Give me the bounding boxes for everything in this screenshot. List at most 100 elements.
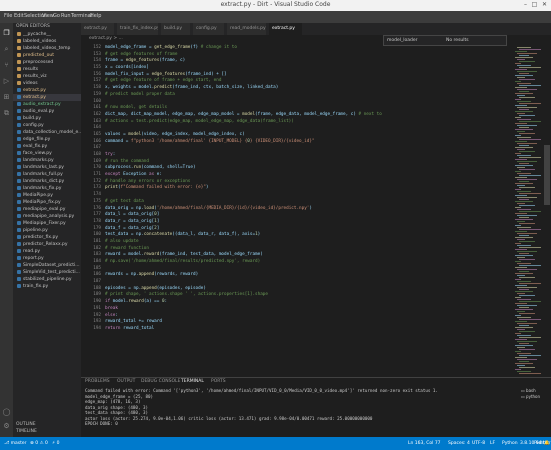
find-input[interactable]: model_loader: [387, 36, 418, 45]
python-file-icon: [17, 269, 21, 274]
editor-tab[interactable]: extract.py: [81, 23, 115, 35]
file-tree-item[interactable]: audio_extract.py: [13, 101, 81, 108]
file-tree-item[interactable]: build.py: [13, 115, 81, 122]
file-tree-item[interactable]: labeled_videos_temp: [13, 45, 81, 52]
close-icon[interactable]: ✕: [540, 1, 549, 9]
minimize-icon[interactable]: –: [521, 1, 530, 9]
panel-tab[interactable]: OUTPUT: [117, 379, 135, 384]
panel-tab[interactable]: TERMINAL: [181, 379, 204, 384]
file-tree-item[interactable]: train_fix.py: [13, 283, 81, 290]
file-tree-item[interactable]: config.py: [13, 122, 81, 129]
timeline-section[interactable]: TIMELINE: [13, 428, 37, 436]
terminal-output[interactable]: Command failed with error: Command '['py…: [85, 388, 515, 436]
editor-tab[interactable]: train_fix_index.py: [117, 23, 159, 35]
file-tree-item[interactable]: MediaPipe.py: [13, 192, 81, 199]
file-tree-item[interactable]: preprocessed: [13, 59, 81, 66]
menu-terminal[interactable]: Terminal: [71, 13, 92, 19]
account-icon[interactable]: ◯: [2, 408, 11, 417]
file-tree-item-label: SimpleVid_test_predicti...: [23, 270, 80, 275]
file-tree-item[interactable]: extract.py: [13, 94, 81, 101]
menu-go[interactable]: Go: [53, 13, 60, 19]
file-tree-item[interactable]: audio_eval.py: [13, 108, 81, 115]
panel-tab[interactable]: PROBLEMS: [85, 379, 110, 384]
file-tree-item[interactable]: predictor_fix.py: [13, 234, 81, 241]
file-tree-item[interactable]: landmarks_last.py: [13, 164, 81, 171]
python-file-icon: [17, 234, 21, 239]
file-tree-item[interactable]: videos: [13, 80, 81, 87]
file-tree-item-label: train_fix.py: [23, 284, 49, 289]
code-line: 161 # now model, get details: [81, 105, 513, 112]
maximize-icon[interactable]: □: [530, 1, 539, 9]
run-debug-icon[interactable]: ▷: [2, 77, 11, 86]
file-tree-item[interactable]: landmarks_full.py: [13, 171, 81, 178]
file-tree-item[interactable]: stabilized_pipeline.py: [13, 276, 81, 283]
minimap[interactable]: [513, 45, 543, 377]
code-line: 190 if model.reward(a) == 0:: [81, 299, 513, 306]
menu-edit[interactable]: Edit: [14, 13, 24, 19]
line-number: 164: [93, 125, 101, 131]
file-tree-item[interactable]: predictor_Relaxx.py: [13, 241, 81, 248]
status-item-right[interactable]: 🔔: [544, 441, 550, 446]
file-tree-item[interactable]: read.py: [13, 248, 81, 255]
explorer-icon[interactable]: ❐: [2, 29, 11, 38]
status-item-right[interactable]: Ln 163, Col 77: [408, 441, 441, 446]
status-item-left[interactable]: ⚡ 0: [52, 441, 59, 446]
file-tree-item[interactable]: face_view.py: [13, 150, 81, 157]
file-tree-item-label: SimpleDataset_predicti...: [23, 263, 80, 268]
code-line: 184 # np.save('/home/ahmed/final/results…: [81, 259, 513, 266]
remote-icon[interactable]: ⧉: [2, 109, 11, 118]
python-file-icon: [17, 185, 21, 190]
file-tree-item[interactable]: mediapipe_eval.py: [13, 206, 81, 213]
scrollbar-thumb[interactable]: [544, 145, 550, 205]
status-item-right[interactable]: LF: [490, 441, 495, 446]
status-item-right[interactable]: UTF-8: [472, 441, 485, 446]
panel-tab[interactable]: PORTS: [211, 379, 226, 384]
python-file-icon: [17, 227, 21, 232]
code-text: x = coords[index]: [105, 65, 149, 71]
file-tree-item[interactable]: landmarks.py: [13, 157, 81, 164]
python-file-icon: [17, 108, 21, 113]
menu-help[interactable]: Help: [90, 13, 101, 19]
folder-icon: [17, 66, 21, 71]
status-item-right[interactable]: Spaces: 4: [448, 441, 470, 446]
settings-gear-icon[interactable]: ⚙: [2, 422, 11, 431]
code-text: # predict model proper data: [105, 91, 175, 97]
file-tree-item[interactable]: __pycache__: [13, 31, 81, 38]
file-tree-item[interactable]: landmarks_fix.py: [13, 185, 81, 192]
editor-tab[interactable]: extract.py: [269, 23, 303, 35]
editor-scrollbar[interactable]: [543, 45, 551, 377]
file-tree-item[interactable]: MediaPipe_fix.py: [13, 199, 81, 206]
title-bar: extract.py - Dirt - Visual Studio Code –…: [0, 0, 551, 11]
file-tree-item-label: predictor_Relaxx.py: [23, 242, 68, 247]
file-tree-item[interactable]: results_viz: [13, 73, 81, 80]
file-tree-item[interactable]: eval_fix.py: [13, 143, 81, 150]
file-tree-item[interactable]: results: [13, 66, 81, 73]
editor-tab[interactable]: read_models.py: [227, 23, 267, 35]
file-tree-item[interactable]: data_collection_model_e...: [13, 129, 81, 136]
extensions-icon[interactable]: ⊞: [2, 93, 11, 102]
terminal-instance[interactable]: ▭ python: [521, 394, 549, 400]
file-tree-item[interactable]: Mediapipe_Fixer.py: [13, 220, 81, 227]
status-item-right[interactable]: Python: [502, 441, 518, 446]
file-tree-item[interactable]: predicted_out: [13, 52, 81, 59]
file-tree-item[interactable]: SimpleDataset_predicti...: [13, 262, 81, 269]
file-tree-item[interactable]: mediapipe_analysis.py: [13, 213, 81, 220]
code-editor[interactable]: 152 model_edge_frame = get_edge_frame(f)…: [81, 45, 513, 377]
source-control-icon[interactable]: ⑂: [2, 61, 11, 70]
status-item-left[interactable]: ⎇ master: [4, 441, 27, 446]
editor-tab[interactable]: build.py: [161, 23, 191, 35]
file-tree-item[interactable]: pipeline.py: [13, 227, 81, 234]
status-item-left[interactable]: ⊗ 0 ⚠ 0: [30, 441, 48, 446]
search-icon[interactable]: ⌕: [2, 45, 11, 54]
menu-run[interactable]: Run: [61, 13, 71, 19]
file-tree-item[interactable]: SimpleVid_test_predicti...: [13, 269, 81, 276]
editor-tab[interactable]: config.py: [193, 23, 225, 35]
file-tree-item[interactable]: report.py: [13, 255, 81, 262]
file-tree-item[interactable]: landmarks_dict.py: [13, 178, 81, 185]
file-tree-item[interactable]: edge_file.py: [13, 136, 81, 143]
code-line: 178 data_r = data_orig[1]: [81, 219, 513, 226]
menu-file[interactable]: File: [4, 13, 12, 19]
file-tree-item[interactable]: extract.py: [13, 87, 81, 94]
file-tree-item[interactable]: labeled_videos: [13, 38, 81, 45]
panel-tab[interactable]: DEBUG CONSOLE: [141, 379, 180, 384]
